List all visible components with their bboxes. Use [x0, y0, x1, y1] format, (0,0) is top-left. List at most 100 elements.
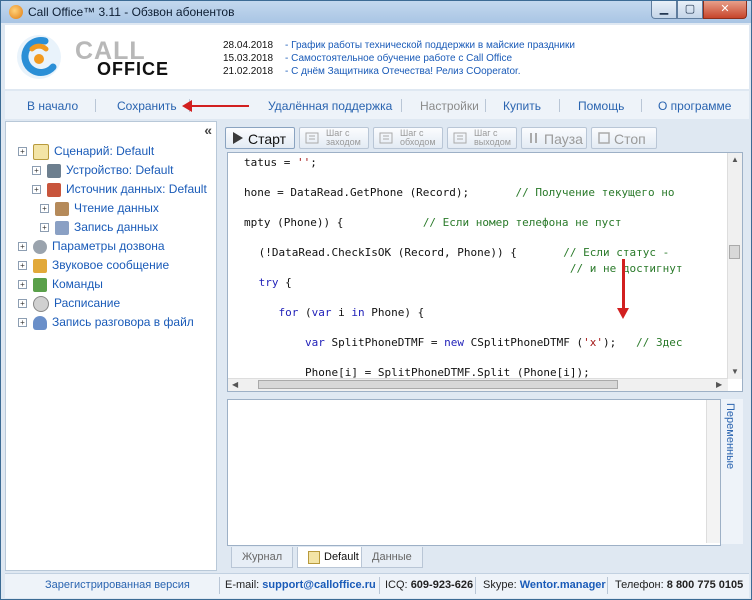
scroll-down-icon[interactable]: ▼ [731, 367, 739, 376]
expand-icon[interactable]: + [18, 280, 27, 290]
email-link[interactable]: support@calloffice.ru [262, 579, 375, 591]
tree-item-read-data[interactable]: + Чтение данных [40, 199, 159, 217]
code-line[interactable]: for (var i in Phone) { [252, 305, 425, 321]
close-button[interactable]: ✕ [703, 1, 747, 19]
tree-item-label: Звуковое сообщение [52, 258, 170, 272]
scroll-left-icon[interactable]: ◀ [232, 380, 238, 389]
pause-button[interactable]: Пауза [521, 127, 587, 149]
collapse-panel-icon[interactable]: « [204, 122, 212, 138]
tree-item-scenario[interactable]: + Сценарий: Default [18, 142, 154, 160]
code-token: mpty (Phone)) { [244, 216, 423, 229]
code-line[interactable]: hone = DataRead.GetPhone (Record); // По… [244, 185, 674, 201]
tree-item-label: Чтение данных [74, 201, 159, 215]
tree-item-write-data[interactable]: + Запись данных [40, 218, 158, 236]
expand-icon[interactable]: + [18, 318, 27, 328]
horizontal-scrollbar[interactable]: ◀ ▶ [228, 378, 728, 391]
step-over-button[interactable]: Шаг с обходом [373, 127, 443, 149]
news-item: 28.04.2018 - График работы технической по… [223, 39, 575, 52]
expand-icon[interactable]: + [40, 223, 49, 233]
menu-remote-support[interactable]: Удалённая поддержка [268, 99, 392, 113]
tree-item-datasource[interactable]: + Источник данных: Default [32, 180, 207, 198]
output-pane[interactable] [227, 399, 721, 546]
code-token: hone = DataRead.GetPhone (Record); [244, 186, 516, 199]
news-link[interactable]: - С днём Защитника Отечества! Релиз COop… [285, 66, 521, 77]
skype-link[interactable]: Wentor.manager [520, 579, 606, 591]
menu-separator [95, 99, 96, 112]
expand-icon[interactable]: + [32, 185, 41, 195]
status-separator [475, 577, 476, 594]
stop-button[interactable]: Стоп [591, 127, 657, 149]
news-link[interactable]: - Самостоятельное обучение работе с Call… [285, 53, 512, 64]
icq-label: ICQ: [385, 579, 408, 591]
registered-version: Зарегистрированная версия [45, 579, 190, 591]
code-line[interactable]: try { [252, 275, 292, 291]
start-button[interactable]: Старт [225, 127, 295, 149]
code-line[interactable]: // и не достигнут [252, 261, 683, 277]
scroll-thumb[interactable] [258, 380, 618, 389]
script-icon [33, 143, 49, 160]
tab-default[interactable]: Default [297, 547, 370, 568]
tree-item-dial-params[interactable]: + Параметры дозвона [18, 237, 165, 255]
start-label: Старт [248, 131, 287, 147]
vertical-scrollbar[interactable]: ▲ ▼ [727, 153, 742, 379]
script-icon [308, 550, 320, 564]
code-editor[interactable]: tatus = ''; hone = DataRead.GetPhone (Rec… [227, 152, 743, 392]
tab-log[interactable]: Журнал [231, 547, 294, 568]
code-line[interactable]: var SplitPhoneDTMF = new CSplitPhoneDTMF… [252, 335, 683, 351]
menu-settings[interactable]: Настройки [420, 99, 479, 113]
expand-icon[interactable]: + [32, 166, 41, 176]
tree-item-record-call[interactable]: + Запись разговора в файл [18, 313, 194, 331]
news-date: 15.03.2018 [223, 53, 274, 64]
news-date: 21.02.2018 [223, 66, 274, 77]
expand-icon[interactable]: + [18, 242, 27, 252]
icq-number: 609-923-626 [410, 579, 474, 591]
variables-side-tab[interactable]: Переменные [721, 399, 743, 544]
maximize-button[interactable]: ▢ [677, 1, 703, 19]
step-into-button[interactable]: Шаг с заходом [299, 127, 369, 149]
step-out-label-2: выходом [474, 137, 511, 147]
debug-toolbar: Старт Шаг с заходом Шаг с обходом Шаг с вых… [223, 125, 749, 151]
step-out-label: Шаг с выходом [474, 129, 511, 147]
menu-about[interactable]: О программе [658, 99, 731, 113]
phone-field: Телефон: 8 800 775 0105 [615, 579, 743, 591]
expand-icon[interactable]: + [18, 261, 27, 271]
step-into-icon [305, 132, 319, 144]
minimize-button[interactable]: ▁ [651, 1, 677, 19]
menu-home[interactable]: В начало [27, 99, 78, 113]
menu-save[interactable]: Сохранить [117, 99, 177, 113]
scroll-thumb[interactable] [729, 245, 740, 259]
stop-icon [598, 132, 610, 144]
microphone-icon [33, 315, 47, 330]
step-out-icon [453, 132, 467, 144]
code-token: in [351, 306, 365, 319]
expand-icon[interactable]: + [18, 147, 27, 157]
news-list: 28.04.2018 - График работы технической по… [223, 39, 575, 78]
tab-data[interactable]: Данные [361, 547, 423, 568]
expand-icon[interactable]: + [40, 204, 49, 214]
code-line[interactable]: mpty (Phone)) { // Если номер телефона н… [244, 215, 622, 231]
output-scrollbar[interactable] [706, 400, 720, 543]
menu-buy[interactable]: Купить [503, 99, 541, 113]
tree-item-commands[interactable]: + Команды [18, 275, 103, 293]
tree-item-label: Команды [52, 277, 103, 291]
tree-item-label: Сценарий: Default [54, 144, 155, 158]
tab-default-label: Default [324, 551, 359, 563]
news-link[interactable]: - График работы технической поддержки в … [285, 40, 575, 51]
status-separator [607, 577, 608, 594]
tree-item-device[interactable]: + Устройство: Default [32, 161, 173, 179]
status-separator [219, 577, 220, 594]
title-bar[interactable]: Call Office™ 3.11 - Обзвон абонентов ▁ ▢… [1, 1, 751, 23]
scroll-up-icon[interactable]: ▲ [731, 155, 739, 164]
menu-help[interactable]: Помощь [578, 99, 624, 113]
code-line[interactable]: (!DataRead.CheckIsOK (Record, Phone)) { … [252, 245, 670, 261]
code-line[interactable]: tatus = ''; [244, 155, 317, 171]
main-window: Call Office™ 3.11 - Обзвон абонентов ▁ ▢… [0, 0, 752, 600]
expand-icon[interactable]: + [18, 299, 27, 309]
step-out-button[interactable]: Шаг с выходом [447, 127, 517, 149]
tree-item-schedule[interactable]: + Расписание [18, 294, 120, 312]
scroll-right-icon[interactable]: ▶ [716, 380, 722, 389]
code-token: ( [298, 306, 312, 319]
tree-item-sound-message[interactable]: + Звуковое сообщение [18, 256, 169, 274]
tree-item-label: Параметры дозвона [52, 239, 165, 253]
code-token: var [311, 306, 332, 319]
